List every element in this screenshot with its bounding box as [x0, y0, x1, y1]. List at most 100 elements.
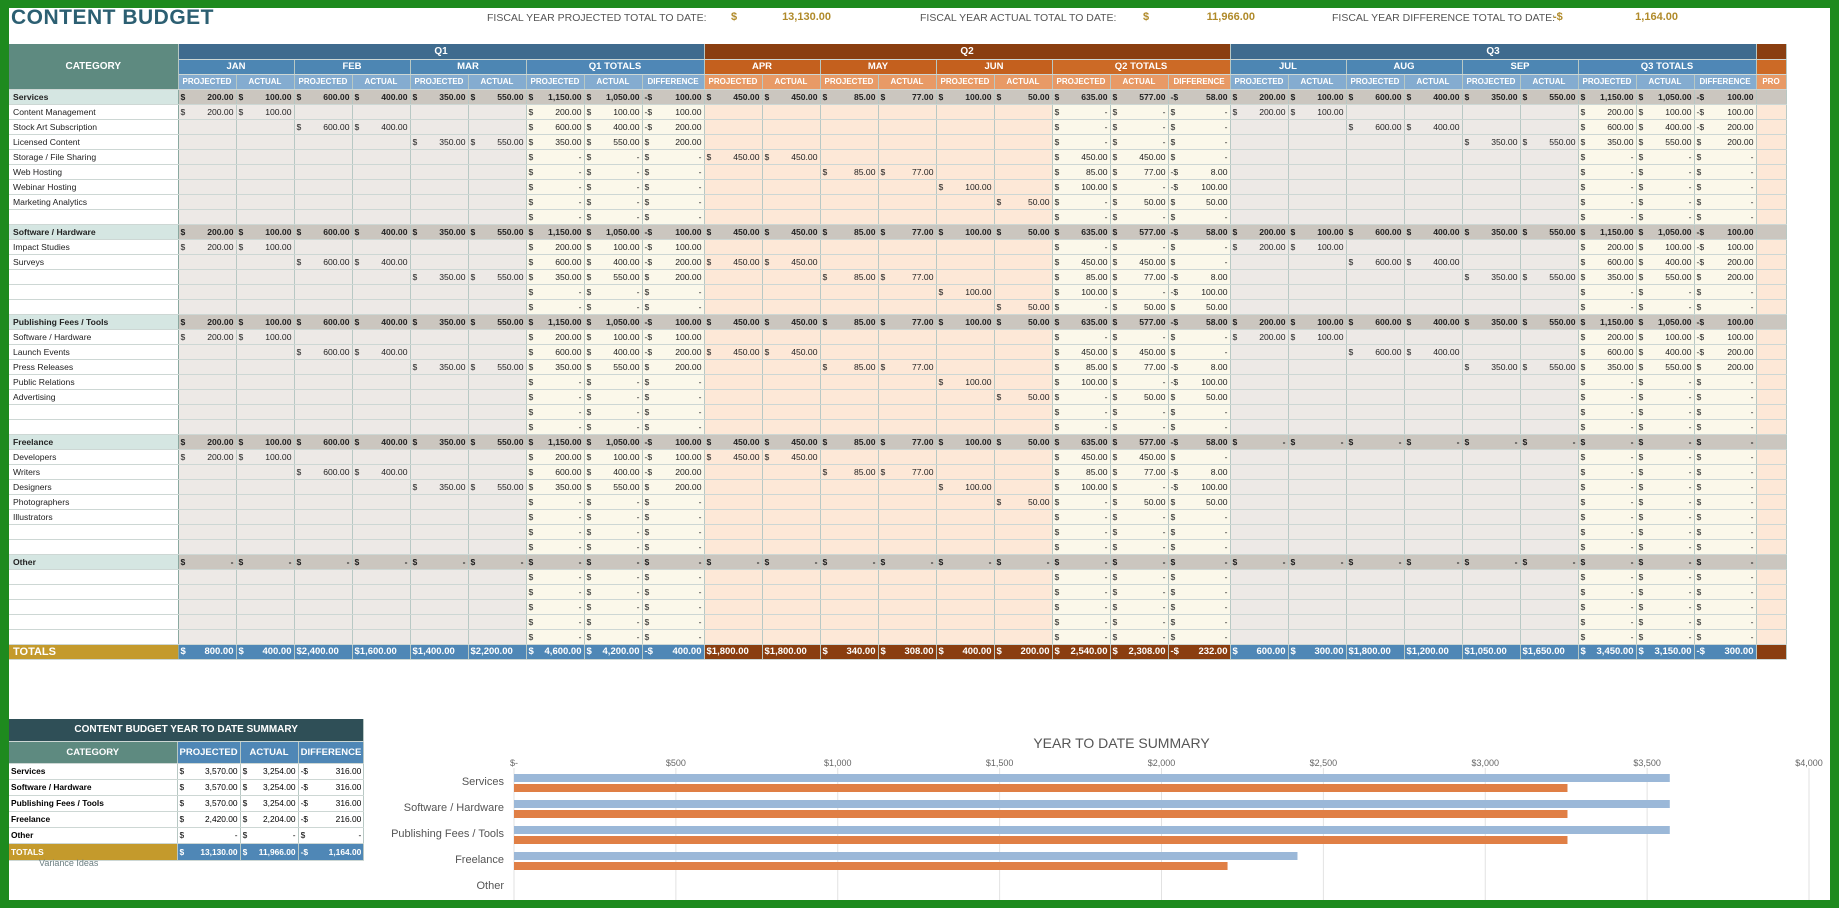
q1t-actual-cell[interactable]: $1,050.00 [584, 89, 643, 105]
mar-projected-cell[interactable]: $350.00 [410, 479, 469, 495]
row-category-label[interactable]: Software / Hardware [9, 329, 179, 345]
apr-actual-cell[interactable] [762, 479, 821, 495]
q2t-actual-cell[interactable]: $ - [1110, 509, 1169, 525]
q1t-total-difference[interactable]: -$ 400.00 [642, 644, 705, 660]
q2t-projected-cell[interactable]: $85.00 [1052, 269, 1111, 285]
row-category-label[interactable] [9, 539, 179, 555]
sep-actual-cell[interactable] [1520, 479, 1579, 495]
q2t-actual-cell[interactable]: $577.00 [1110, 434, 1169, 450]
q2t-difference-cell[interactable]: $ - [1168, 119, 1231, 135]
q1t-projected-cell[interactable]: $ - [526, 194, 585, 210]
q3t-actual-cell[interactable]: $ - [1636, 569, 1695, 585]
sep-actual-cell[interactable] [1520, 464, 1579, 480]
q2t-difference-cell[interactable]: $ - [1168, 254, 1231, 270]
apr-actual-cell[interactable] [762, 494, 821, 510]
may-actual-cell[interactable] [878, 614, 937, 630]
feb-projected-cell[interactable] [294, 164, 353, 180]
aug-projected-cell[interactable] [1346, 539, 1405, 555]
q2t-projected-cell[interactable]: $ - [1052, 614, 1111, 630]
mar-projected-cell[interactable] [410, 164, 469, 180]
aug-projected-cell[interactable] [1346, 374, 1405, 390]
aug-actual-cell[interactable] [1404, 284, 1463, 300]
mar-actual-cell[interactable]: $550.00 [468, 314, 527, 330]
q1t-difference-cell[interactable]: $200.00 [642, 134, 705, 150]
apr-actual-cell[interactable] [762, 194, 821, 210]
q2t-actual-cell[interactable]: $ - [1110, 329, 1169, 345]
q2t-difference-cell[interactable]: $50.00 [1168, 389, 1231, 405]
jun-projected-cell[interactable]: $100.00 [936, 434, 995, 450]
aug-actual-cell[interactable]: $400.00 [1404, 344, 1463, 360]
apr-projected-cell[interactable] [704, 374, 763, 390]
jul-projected-cell[interactable]: $200.00 [1230, 314, 1289, 330]
jun-actual-cell[interactable] [994, 254, 1053, 270]
jul-actual-cell[interactable]: $100.00 [1288, 239, 1347, 255]
jul-projected-cell[interactable] [1230, 509, 1289, 525]
q1t-projected-cell[interactable]: $1,150.00 [526, 434, 585, 450]
mar-actual-cell[interactable] [468, 104, 527, 120]
apr-projected-cell[interactable] [704, 329, 763, 345]
apr-actual-cell[interactable] [762, 404, 821, 420]
apr-actual-cell[interactable] [762, 419, 821, 435]
jul-projected-cell[interactable] [1230, 614, 1289, 630]
q1t-difference-cell[interactable]: $ - [642, 569, 705, 585]
jul-projected-cell[interactable] [1230, 374, 1289, 390]
apr-projected-cell[interactable] [704, 419, 763, 435]
jan-total-actual[interactable]: $400.00 [236, 644, 295, 660]
q3t-actual-cell[interactable]: $1,050.00 [1636, 314, 1695, 330]
row-category-label[interactable]: Surveys [9, 254, 179, 270]
row-category-label[interactable] [9, 524, 179, 540]
feb-projected-cell[interactable] [294, 374, 353, 390]
mar-projected-cell[interactable]: $ - [410, 554, 469, 570]
q1t-difference-cell[interactable]: $ - [642, 584, 705, 600]
sep-projected-cell[interactable]: $350.00 [1462, 314, 1521, 330]
aug-actual-cell[interactable] [1404, 329, 1463, 345]
q1t-difference-cell[interactable]: $ - [642, 374, 705, 390]
q2t-actual-cell[interactable]: $ - [1110, 419, 1169, 435]
q2t-difference-cell[interactable]: $ - [1168, 419, 1231, 435]
jan-actual-cell[interactable] [236, 464, 295, 480]
q1t-projected-cell[interactable]: $ - [526, 404, 585, 420]
q1t-difference-cell[interactable]: $ - [642, 539, 705, 555]
q1t-projected-cell[interactable]: $ - [526, 179, 585, 195]
aug-actual-cell[interactable] [1404, 164, 1463, 180]
apr-projected-cell[interactable]: $ - [704, 554, 763, 570]
apr-total-actual[interactable]: $1,800.00 [762, 644, 821, 660]
mar-projected-cell[interactable] [410, 254, 469, 270]
aug-actual-cell[interactable] [1404, 464, 1463, 480]
sep-projected-cell[interactable] [1462, 629, 1521, 645]
may-actual-cell[interactable] [878, 539, 937, 555]
aug-actual-cell[interactable] [1404, 179, 1463, 195]
mar-actual-cell[interactable] [468, 584, 527, 600]
jan-projected-cell[interactable]: $200.00 [178, 314, 237, 330]
sep-actual-cell[interactable] [1520, 119, 1579, 135]
feb-projected-cell[interactable]: $600.00 [294, 314, 353, 330]
sep-projected-cell[interactable] [1462, 569, 1521, 585]
feb-projected-cell[interactable] [294, 209, 353, 225]
row-category-label[interactable]: Developers [9, 449, 179, 465]
q3t-actual-cell[interactable]: $ - [1636, 584, 1695, 600]
q3t-difference-cell[interactable]: -$ 100.00 [1694, 329, 1757, 345]
q1t-projected-cell[interactable]: $ - [526, 494, 585, 510]
q3t-projected-cell[interactable]: $ - [1578, 434, 1637, 450]
aug-actual-cell[interactable] [1404, 299, 1463, 315]
aug-projected-cell[interactable] [1346, 494, 1405, 510]
may-projected-cell[interactable]: $85.00 [820, 164, 879, 180]
q1t-actual-cell[interactable]: $400.00 [584, 254, 643, 270]
aug-actual-cell[interactable] [1404, 149, 1463, 165]
may-projected-cell[interactable] [820, 284, 879, 300]
cutoff-cell[interactable] [1756, 119, 1787, 135]
apr-projected-cell[interactable] [704, 479, 763, 495]
may-projected-cell[interactable] [820, 539, 879, 555]
apr-projected-cell[interactable] [704, 179, 763, 195]
summary-actual[interactable]: $ - [240, 827, 299, 844]
feb-actual-cell[interactable] [352, 584, 411, 600]
q1t-projected-cell[interactable]: $ - [526, 539, 585, 555]
q3t-actual-cell[interactable]: $ - [1636, 599, 1695, 615]
q3t-projected-cell[interactable]: $600.00 [1578, 119, 1637, 135]
q1t-actual-cell[interactable]: $ - [584, 554, 643, 570]
mar-actual-cell[interactable] [468, 404, 527, 420]
mar-projected-cell[interactable] [410, 179, 469, 195]
sep-projected-cell[interactable] [1462, 194, 1521, 210]
feb-actual-cell[interactable] [352, 629, 411, 645]
jul-actual-cell[interactable]: $100.00 [1288, 104, 1347, 120]
